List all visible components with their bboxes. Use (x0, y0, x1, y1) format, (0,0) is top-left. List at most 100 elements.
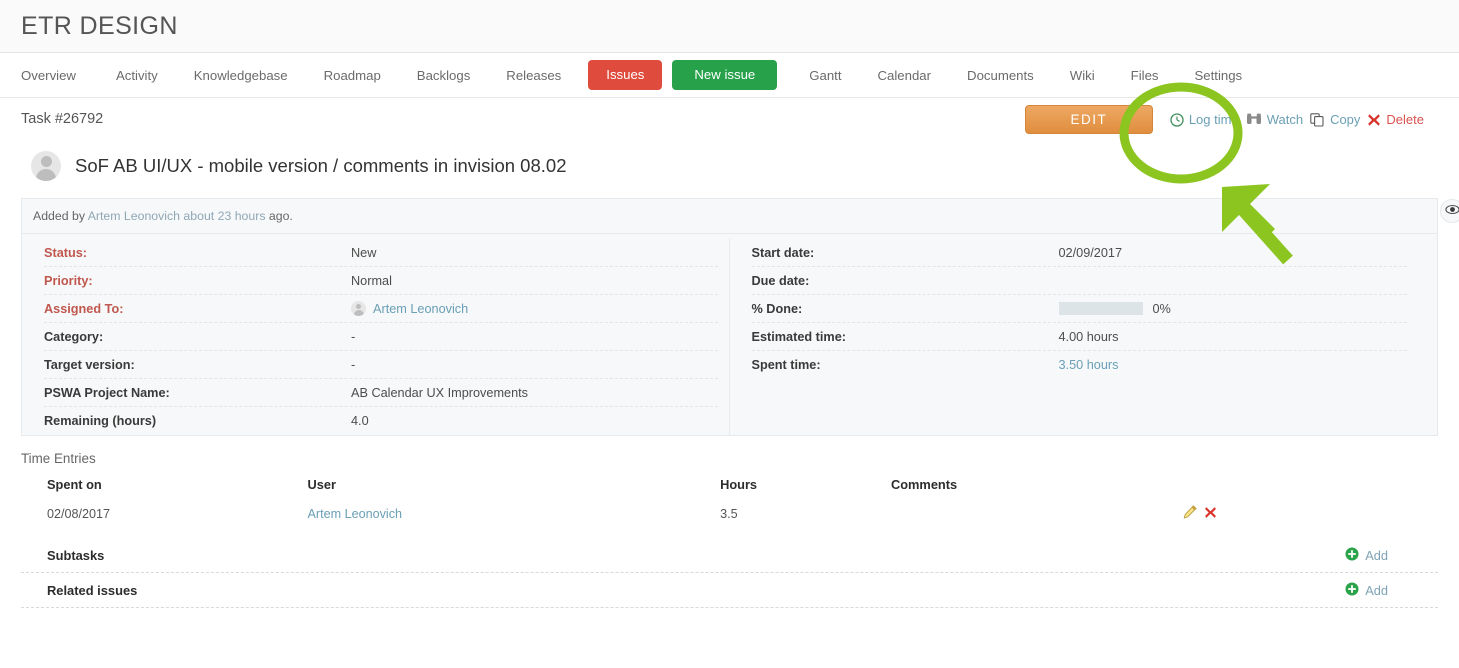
clock-icon (1170, 112, 1184, 127)
attr-label-assigned-to: Assigned To: (44, 301, 124, 316)
cross-icon (1367, 113, 1381, 127)
attr-value-spent-time: 3.50 hours (1059, 358, 1119, 372)
attr-label-percent-done: % Done: (751, 301, 803, 316)
added-by-line: Added by Artem Leonovich about 23 hours … (22, 199, 1437, 234)
attr-value-priority: Normal (351, 273, 392, 288)
attr-row-spent-time: Spent time: 3.50 hours (752, 351, 1408, 379)
attr-row-percent-done: % Done: 0% (751, 295, 1407, 323)
column-header-spent-on: Spent on (47, 477, 102, 492)
attr-value-start-date: 02/09/2017 (1058, 245, 1123, 260)
watch-button[interactable]: Watch (1246, 112, 1303, 127)
attr-value-assigned-to: Artem Leonovich (351, 301, 468, 316)
attr-label-status: Status: (44, 245, 87, 260)
copy-icon (1310, 112, 1325, 127)
cell-row-actions (1183, 500, 1439, 528)
attr-value-pswa-project-name: AB Calendar UX Improvements (351, 385, 528, 400)
watch-label: Watch (1266, 112, 1304, 127)
related-issues-section: Related issues Add (21, 573, 1438, 608)
added-by-suffix: ago. (268, 209, 293, 223)
cell-hours: 3.5 (720, 506, 738, 521)
attr-label-due-date: Due date: (751, 273, 810, 288)
attr-label-start-date: Start date: (751, 245, 815, 260)
task-header-row: Task #26792 EDIT Log time Watch Copy Del… (21, 98, 1438, 134)
attr-label-spent-time: Spent time: (751, 358, 821, 372)
assignee-link[interactable]: Artem Leonovich (373, 302, 468, 316)
added-by-user-link[interactable]: Artem Leonovich (88, 209, 180, 223)
nav-item-documents[interactable]: Documents (949, 53, 1052, 98)
attr-value-category: - (351, 329, 356, 344)
attr-value-target-version: - (351, 357, 356, 372)
add-subtask-label: Add (1365, 547, 1388, 563)
assignee-avatar (351, 301, 366, 316)
attr-label-target-version: Target version: (44, 357, 135, 372)
nav-item-calendar[interactable]: Calendar (860, 53, 950, 98)
time-entries-title: Time Entries (21, 451, 96, 466)
attr-label-remaining-hours: Remaining (hours) (44, 414, 157, 428)
add-subtask-button[interactable]: Add (1345, 547, 1388, 564)
log-time-label: Log time (1188, 112, 1239, 127)
avatar (31, 151, 61, 181)
copy-label: Copy (1330, 112, 1361, 127)
watchers-toggle[interactable] (1440, 199, 1459, 223)
attr-row-estimated-time: Estimated time: 4.00 hours (751, 323, 1407, 351)
attr-row-assigned-to: Assigned To: Artem Leonovich (44, 295, 718, 323)
delete-button[interactable]: Delete (1367, 112, 1424, 127)
main-navigation: Overview Activity Knowledgebase Roadmap … (0, 53, 1459, 98)
edit-button[interactable]: EDIT (1024, 105, 1153, 134)
attr-row-priority: Priority: Normal (44, 267, 718, 295)
time-entries-table: Spent on User Hours Comments 02/08/2017 … (21, 473, 1438, 528)
percent-done-text: 0% (1152, 301, 1171, 316)
cell-comments (891, 500, 1183, 528)
table-row: 02/08/2017 Artem Leonovich 3.5 (21, 500, 1438, 528)
nav-item-activity[interactable]: Activity (98, 53, 176, 98)
delete-label: Delete (1386, 112, 1424, 127)
added-by-prefix: Added by (33, 209, 85, 223)
spent-time-link[interactable]: 3.50 hours (1059, 358, 1119, 372)
nav-item-overview[interactable]: Overview (21, 53, 98, 98)
nav-item-settings[interactable]: Settings (1177, 53, 1261, 98)
attr-value-percent-done: 0% (1058, 301, 1171, 316)
attr-label-estimated-time: Estimated time: (751, 329, 846, 344)
nav-item-gantt[interactable]: Gantt (791, 53, 859, 98)
nav-item-releases[interactable]: Releases (488, 53, 579, 98)
attr-row-status: Status: New (44, 239, 718, 267)
nav-item-knowledgebase[interactable]: Knowledgebase (176, 53, 306, 98)
nav-item-backlogs[interactable]: Backlogs (399, 53, 489, 98)
attr-label-pswa-project-name: PSWA Project Name: (44, 385, 170, 400)
task-subject: SoF AB UI/UX - mobile version / comments… (75, 155, 567, 176)
nav-item-roadmap[interactable]: Roadmap (306, 53, 399, 98)
log-time-button[interactable]: Log time (1170, 112, 1239, 127)
related-issues-title: Related issues (47, 582, 138, 598)
task-id-label: Task #26792 (21, 111, 104, 127)
issue-details-panel: Added by Artem Leonovich about 23 hours … (21, 198, 1459, 436)
attr-row-target-version: Target version: - (44, 351, 718, 379)
nav-button-issues[interactable]: Issues (588, 60, 663, 90)
cell-user: Artem Leonovich (308, 500, 721, 528)
progress-bar (1058, 302, 1143, 315)
attr-row-category: Category: - (44, 323, 718, 351)
delete-row-icon[interactable] (1204, 507, 1217, 522)
attributes-column-right: Start date: 02/09/2017 Due date: % Done:… (730, 239, 1438, 435)
column-header-user: User (307, 477, 336, 492)
nav-item-files[interactable]: Files (1113, 53, 1177, 98)
column-header-actions (1183, 473, 1439, 500)
task-subject-row: SoF AB UI/UX - mobile version / comments… (21, 151, 1438, 181)
nav-button-new-issue[interactable]: New issue (672, 60, 778, 90)
plus-circle-icon (1345, 547, 1359, 564)
page-title: ETR DESIGN (21, 11, 178, 40)
subtasks-title: Subtasks (47, 547, 105, 563)
added-by-time-link[interactable]: about 23 hours (183, 209, 265, 223)
time-entry-user-link[interactable]: Artem Leonovich (308, 507, 403, 521)
pencil-icon[interactable] (1183, 505, 1201, 522)
copy-button[interactable]: Copy (1310, 112, 1360, 127)
attr-label-priority: Priority: (44, 273, 93, 288)
attr-value-estimated-time: 4.00 hours (1058, 329, 1119, 344)
add-related-issue-button[interactable]: Add (1345, 582, 1388, 599)
attr-value-remaining-hours: 4.0 (351, 414, 369, 428)
attr-row-start-date: Start date: 02/09/2017 (751, 239, 1407, 267)
nav-item-wiki[interactable]: Wiki (1052, 53, 1113, 98)
task-actions-toolbar: EDIT Log time Watch Copy Delete (1024, 105, 1424, 134)
attr-row-pswa-project-name: PSWA Project Name: AB Calendar UX Improv… (44, 379, 718, 407)
attr-value-status: New (351, 245, 377, 260)
column-header-hours: Hours (720, 477, 758, 492)
